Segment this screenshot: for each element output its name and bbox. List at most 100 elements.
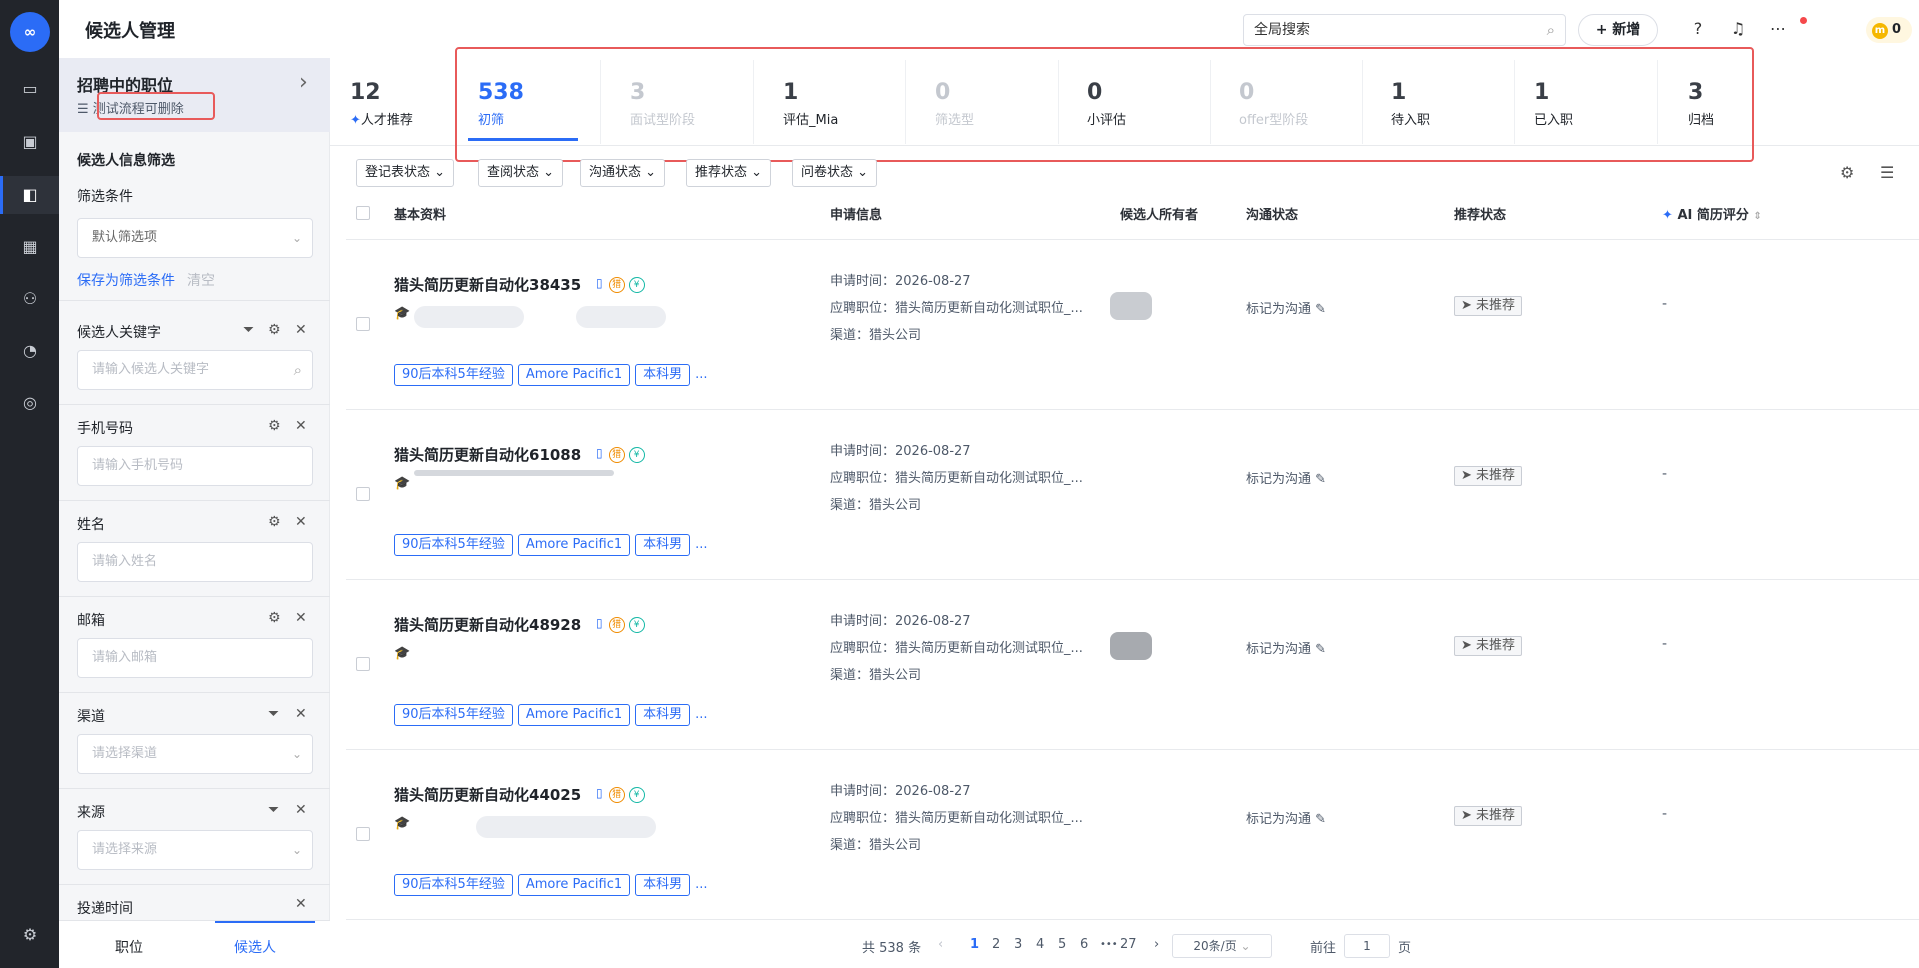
tag[interactable]: 90后本科5年经验	[394, 364, 513, 386]
save-filter-link[interactable]: 保存为筛选条件	[77, 270, 175, 290]
more-tags[interactable]: ...	[695, 367, 707, 382]
goto-page-input[interactable]: 1	[1344, 934, 1390, 958]
tag[interactable]: 90后本科5年经验	[394, 534, 513, 556]
candidate-name[interactable]: 猎头简历更新自动化61088	[394, 444, 581, 465]
phone-input[interactable]: 请输入手机号码	[77, 446, 313, 486]
filter-select[interactable]: 默认筛选项 ⌄	[77, 218, 313, 258]
more-tags[interactable]: ...	[695, 707, 707, 722]
filter-funnel-icon[interactable]: ⏷	[268, 706, 279, 722]
page-ellipsis[interactable]: •••	[1100, 939, 1118, 950]
candidate-name[interactable]: 猎头简历更新自动化38435	[394, 274, 581, 295]
stage-talent-recommend[interactable]: 12 ✦人才推荐	[350, 80, 413, 128]
candidate-icon[interactable]: ◧	[19, 184, 41, 206]
keyword-input[interactable]: 请输入候选人关键字 ⌕	[77, 350, 313, 390]
close-icon[interactable]: ✕	[295, 322, 307, 338]
row-checkbox[interactable]	[356, 827, 370, 841]
table-row[interactable]: 猎头简历更新自动化44025 ▯ 猎 ¥ 🎓 90后本科5年经验 Amore Paci…	[346, 750, 1919, 920]
more-icon[interactable]: ⋯	[1767, 18, 1789, 40]
more-tags[interactable]: ...	[695, 537, 707, 552]
tab-candidates[interactable]: 候选人	[234, 937, 276, 957]
gear-icon[interactable]: ⚙	[268, 514, 281, 530]
table-row[interactable]: 猎头简历更新自动化48928 ▯ 猎 ¥ 🎓 90后本科5年经验 Amore Paci…	[346, 580, 1919, 750]
new-button[interactable]: + 新增	[1578, 14, 1658, 46]
comm-status[interactable]: 标记为沟通 ✎	[1246, 638, 1326, 657]
next-page-icon[interactable]: ›	[1154, 937, 1159, 952]
source-select[interactable]: 请选择来源 ⌄	[77, 830, 313, 870]
list-settings-icon[interactable]: ☰	[1880, 163, 1894, 182]
chevron-right-icon[interactable]: ›	[299, 70, 308, 95]
page-2[interactable]: 2	[992, 937, 1000, 952]
gear-icon[interactable]: ⚙	[268, 322, 281, 338]
recommend-status-label: 未推荐	[1476, 468, 1516, 483]
filter-read-status[interactable]: 查阅状态 ⌄	[478, 159, 564, 187]
close-icon[interactable]: ✕	[295, 802, 307, 818]
filter-comm-status[interactable]: 沟通状态 ⌄	[580, 159, 666, 187]
clear-link[interactable]: 清空	[187, 270, 215, 290]
page-size-select[interactable]: 20条/页 ⌄	[1172, 934, 1272, 958]
page-4[interactable]: 4	[1036, 937, 1044, 952]
prev-page-icon[interactable]: ‹	[938, 937, 943, 952]
gear-icon[interactable]: ⚙	[1840, 163, 1854, 182]
tag[interactable]: 本科男	[635, 704, 691, 726]
close-icon[interactable]: ✕	[295, 514, 307, 530]
close-icon[interactable]: ✕	[295, 896, 307, 912]
close-icon[interactable]: ✕	[295, 610, 307, 626]
page-6[interactable]: 6	[1080, 937, 1088, 952]
close-icon[interactable]: ✕	[295, 706, 307, 722]
help-icon[interactable]: ?	[1687, 18, 1709, 40]
row-checkbox[interactable]	[356, 317, 370, 331]
app-logo[interactable]: ∞	[10, 12, 50, 52]
close-icon[interactable]: ✕	[295, 418, 307, 434]
col-ai-score[interactable]: ✦ AI 简历评分 ⇕	[1662, 204, 1762, 223]
tab-positions[interactable]: 职位	[115, 937, 143, 957]
bell-icon[interactable]: ♫	[1727, 18, 1749, 40]
comm-status[interactable]: 标记为沟通 ✎	[1246, 808, 1326, 827]
filter-recommend-status[interactable]: 推荐状态 ⌄	[686, 159, 772, 187]
calendar-icon[interactable]: ▦	[19, 236, 41, 258]
people-icon[interactable]: ⚇	[19, 288, 41, 310]
report-icon[interactable]: ◔	[19, 340, 41, 362]
owner-avatar[interactable]	[1110, 292, 1152, 320]
row-checkbox[interactable]	[356, 487, 370, 501]
filter-funnel-icon[interactable]: ⏷	[243, 322, 254, 338]
filter-sidebar: 招聘中的职位 ☰ 测试流程可删除 › 候选人信息筛选 筛选条件 默认筛选项 ⌄ 保…	[59, 58, 330, 968]
comm-status[interactable]: 标记为沟通 ✎	[1246, 298, 1326, 317]
tag[interactable]: 本科男	[635, 534, 691, 556]
owner-avatar[interactable]	[1110, 632, 1152, 660]
tag[interactable]: Amore Pacific1	[517, 534, 631, 556]
select-all-checkbox[interactable]	[356, 206, 370, 220]
row-checkbox[interactable]	[356, 657, 370, 671]
filter-survey-status[interactable]: 问卷状态 ⌄	[792, 159, 878, 187]
gear-icon[interactable]: ⚙	[268, 418, 281, 434]
table-row[interactable]: 猎头简历更新自动化38435 ▯ 猎 ¥ 🎓 90后本科5年经验 Amore Paci…	[346, 240, 1919, 410]
filter-funnel-icon[interactable]: ⏷	[268, 802, 279, 818]
page-5[interactable]: 5	[1058, 937, 1066, 952]
candidate-name[interactable]: 猎头简历更新自动化48928	[394, 614, 581, 635]
comm-status[interactable]: 标记为沟通 ✎	[1246, 468, 1326, 487]
page-27[interactable]: 27	[1120, 937, 1137, 952]
candidate-name[interactable]: 猎头简历更新自动化44025	[394, 784, 581, 805]
name-input[interactable]: 请输入姓名	[77, 542, 313, 582]
gear-icon[interactable]: ⚙	[268, 610, 281, 626]
more-tags[interactable]: ...	[695, 877, 707, 892]
filter-registration-status[interactable]: 登记表状态 ⌄	[356, 159, 455, 187]
tag[interactable]: 90后本科5年经验	[394, 704, 513, 726]
channel-select[interactable]: 请选择渠道 ⌄	[77, 734, 313, 774]
global-search-input[interactable]: 全局搜索 ⌕	[1243, 14, 1566, 46]
tag[interactable]: Amore Pacific1	[517, 364, 631, 386]
page-1[interactable]: 1	[970, 937, 979, 952]
tag[interactable]: 本科男	[635, 364, 691, 386]
page-3[interactable]: 3	[1014, 937, 1022, 952]
briefcase-icon[interactable]: ▣	[19, 131, 41, 153]
tag[interactable]: 本科男	[635, 874, 691, 896]
target-icon[interactable]: ◎	[19, 392, 41, 414]
job-card[interactable]: 招聘中的职位 ☰ 测试流程可删除 ›	[59, 58, 330, 132]
tag[interactable]: 90后本科5年经验	[394, 874, 513, 896]
tag[interactable]: Amore Pacific1	[517, 874, 631, 896]
coin-balance[interactable]: m0	[1866, 17, 1912, 43]
table-row[interactable]: 猎头简历更新自动化61088 ▯ 猎 ¥ 🎓 90后本科5年经验 Amore Paci…	[346, 410, 1919, 580]
dashboard-icon[interactable]: ▭	[19, 78, 41, 100]
settings-icon[interactable]: ⚙	[19, 924, 41, 946]
tag[interactable]: Amore Pacific1	[517, 704, 631, 726]
email-input[interactable]: 请输入邮箱	[77, 638, 313, 678]
